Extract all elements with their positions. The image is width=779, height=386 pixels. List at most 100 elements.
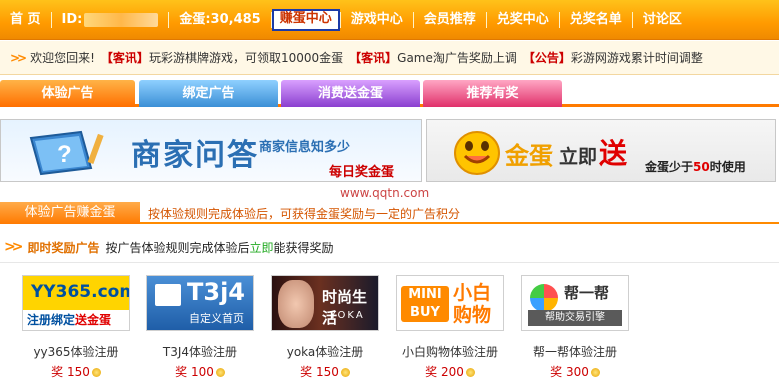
announce-tag: 【公告】: [522, 51, 571, 65]
gold-egg-mascot-icon: [454, 131, 500, 175]
thumb-strip-text: 注册绑定: [27, 313, 76, 327]
announce-link[interactable]: 玩彩游棋牌游戏，可领取10000金蛋: [149, 49, 343, 66]
tab-bind-ads[interactable]: 绑定广告: [139, 80, 278, 107]
thumb-logo-text: YY365.com: [31, 282, 130, 302]
user-id-value-blurred: [84, 12, 159, 27]
announce-link[interactable]: 彩游网游戏累计时间调整: [571, 49, 703, 66]
instant-reward-title: 即时奖励广告: [27, 240, 100, 255]
instant-desc-pre: 按广告体验规则完成体验后: [105, 240, 250, 255]
ad-thumbnail[interactable]: MINI BUY 小白 购物: [396, 275, 504, 331]
reward-amount: 300: [565, 365, 589, 379]
announce-link[interactable]: Game淘广告奖励上调: [397, 49, 517, 66]
coin-icon: [215, 368, 225, 377]
banner-title: 商家问答: [131, 138, 259, 173]
thumb-subtitle: YOKA: [330, 310, 365, 321]
double-chevron-icon: >>: [10, 50, 27, 65]
flower-logo-icon: [530, 284, 558, 312]
reward-amount: 150: [315, 365, 339, 379]
thumb-logo-text: 小白 购物: [453, 282, 492, 326]
thumb-strip-highlight: 送金蛋: [75, 313, 112, 327]
instant-reward-header: >> 即时奖励广告 按广告体验规则完成体验后立即能获得奖励: [4, 236, 779, 258]
welcome-text: 欢迎您回来!: [30, 51, 95, 65]
ad-reward: 奖 200: [396, 363, 504, 380]
model-face-image: [278, 280, 314, 328]
thumb-strip: 注册绑定送金蛋: [23, 310, 129, 330]
ad-reward: 奖 150: [22, 363, 130, 380]
gold-balance: 金蛋:30,485: [179, 11, 261, 27]
ad-reward: 奖 100: [146, 363, 254, 380]
ad-item-bangyibang[interactable]: 帮一帮 帮助交易引擎 帮一帮体验注册 奖 300: [521, 275, 629, 379]
reward-label: 奖: [550, 365, 563, 379]
ad-thumbnail[interactable]: 帮一帮 帮助交易引擎: [521, 275, 629, 331]
announce-tag: 【客讯】: [349, 51, 398, 65]
ad-thumbnail[interactable]: 时尚生活 YOKA: [271, 275, 379, 331]
user-id: ID:: [52, 10, 169, 30]
thumb-mini-logo: MINI BUY: [401, 286, 449, 322]
banner-now-text: 立即: [559, 146, 598, 168]
home-icon: [155, 284, 181, 306]
coin-icon: [465, 368, 475, 377]
merchant-qa-banner[interactable]: ? 商家问答 商家信息知多少 每日奖金蛋: [0, 119, 422, 182]
coin-icon: [340, 368, 350, 377]
ad-item-yoka[interactable]: 时尚生活 YOKA yoka体验注册 奖 150: [271, 275, 379, 379]
svg-text:?: ?: [57, 141, 72, 168]
section-tab: 体验广告赚金蛋: [0, 202, 140, 224]
thumb-logo-text: T3j4: [187, 278, 245, 306]
tab-experience-ads[interactable]: 体验广告: [0, 80, 135, 107]
coin-icon: [91, 368, 101, 377]
ad-name-link[interactable]: T3J4体验注册: [138, 343, 262, 360]
ad-reward: 奖 150: [271, 363, 379, 380]
gold-egg-banner[interactable]: 金蛋 立即 送 金蛋少于50时使用: [426, 119, 776, 182]
nav-earn-center[interactable]: 赚蛋中心: [271, 8, 340, 31]
announce-tag: 【客讯】: [100, 51, 149, 65]
tab-referral-reward[interactable]: 推荐有奖: [423, 80, 562, 107]
double-chevron-icon: >>: [4, 239, 24, 255]
user-id-label: ID:: [61, 11, 83, 27]
ad-name-link[interactable]: yoka体验注册: [263, 343, 387, 360]
nav-forum[interactable]: 讨论区: [633, 10, 692, 30]
tab-spend-earn-eggs[interactable]: 消费送金蛋: [281, 80, 420, 107]
ad-thumbnail[interactable]: YY365.com 注册绑定送金蛋: [22, 275, 130, 331]
banner-send-text: 送: [599, 137, 628, 170]
instant-desc-highlight: 立即: [249, 240, 274, 255]
reward-label: 奖: [425, 365, 438, 379]
nav-home[interactable]: 首 页: [0, 10, 51, 30]
watermark: www.qqtn.com: [340, 186, 430, 200]
ad-item-t3j4[interactable]: T3j4 自定义首页 T3J4体验注册 奖 100: [146, 275, 254, 379]
nav-member-recommend[interactable]: 会员推荐: [414, 10, 486, 30]
reward-amount: 200: [440, 365, 464, 379]
ad-thumbnail[interactable]: T3j4 自定义首页: [146, 275, 254, 331]
ad-item-minibuy[interactable]: MINI BUY 小白 购物 小白购物体验注册 奖 200: [396, 275, 504, 379]
reward-amount: 100: [190, 365, 214, 379]
nav-redeem-center[interactable]: 兑奖中心: [487, 10, 559, 30]
instant-desc-post: 能获得奖励: [273, 240, 334, 255]
reward-amount: 150: [66, 365, 90, 379]
ad-category-tabs: 体验广告 绑定广告 消费送金蛋 推荐有奖: [0, 80, 779, 107]
top-nav: 首 页 ID: 金蛋:30,485 赚蛋中心 游戏中心 会员推荐 兑奖中心 兑奖…: [0, 0, 779, 40]
instant-reward-desc: 按广告体验规则完成体验后立即能获得奖励: [105, 239, 333, 256]
book-question-icon: ?: [29, 130, 104, 176]
reward-label: 奖: [300, 365, 313, 379]
ad-reward: 奖 300: [521, 363, 629, 380]
reward-label: 奖: [175, 365, 188, 379]
thumb-subtitle: 自定义首页: [189, 312, 244, 325]
thumb-strip: 帮助交易引擎: [528, 310, 622, 326]
banner-daily-reward: 每日奖金蛋: [329, 165, 395, 180]
section-description: 按体验规则完成体验后，可获得金蛋奖励与一定的广告积分: [148, 207, 461, 221]
announcement-bar: >> 欢迎您回来! 【客讯】 玩彩游棋牌游戏，可领取10000金蛋 【客讯】 G…: [0, 41, 779, 75]
nav-redeem-list[interactable]: 兑奖名单: [560, 10, 632, 30]
nav-game-center[interactable]: 游戏中心: [341, 10, 413, 30]
ad-name-link[interactable]: yy365体验注册: [14, 343, 138, 360]
thumb-logo-text: 时尚生活: [322, 288, 368, 327]
ad-name-link[interactable]: 帮一帮体验注册: [513, 343, 637, 360]
banner-gold-egg-text: 金蛋: [505, 142, 553, 170]
banner-note-post: 时使用: [709, 160, 746, 174]
coin-icon: [590, 368, 600, 377]
banner-subtitle: 商家信息知多少: [259, 140, 351, 155]
ad-name-link[interactable]: 小白购物体验注册: [388, 343, 512, 360]
banner-note-pre: 金蛋少于: [645, 160, 694, 174]
reward-label: 奖: [51, 365, 64, 379]
ad-item-yy365[interactable]: YY365.com 注册绑定送金蛋 yy365体验注册 奖 150: [22, 275, 130, 379]
section-header: 体验广告赚金蛋 按体验规则完成体验后，可获得金蛋奖励与一定的广告积分: [0, 202, 779, 224]
banner-note: 金蛋少于50时使用: [645, 158, 746, 175]
